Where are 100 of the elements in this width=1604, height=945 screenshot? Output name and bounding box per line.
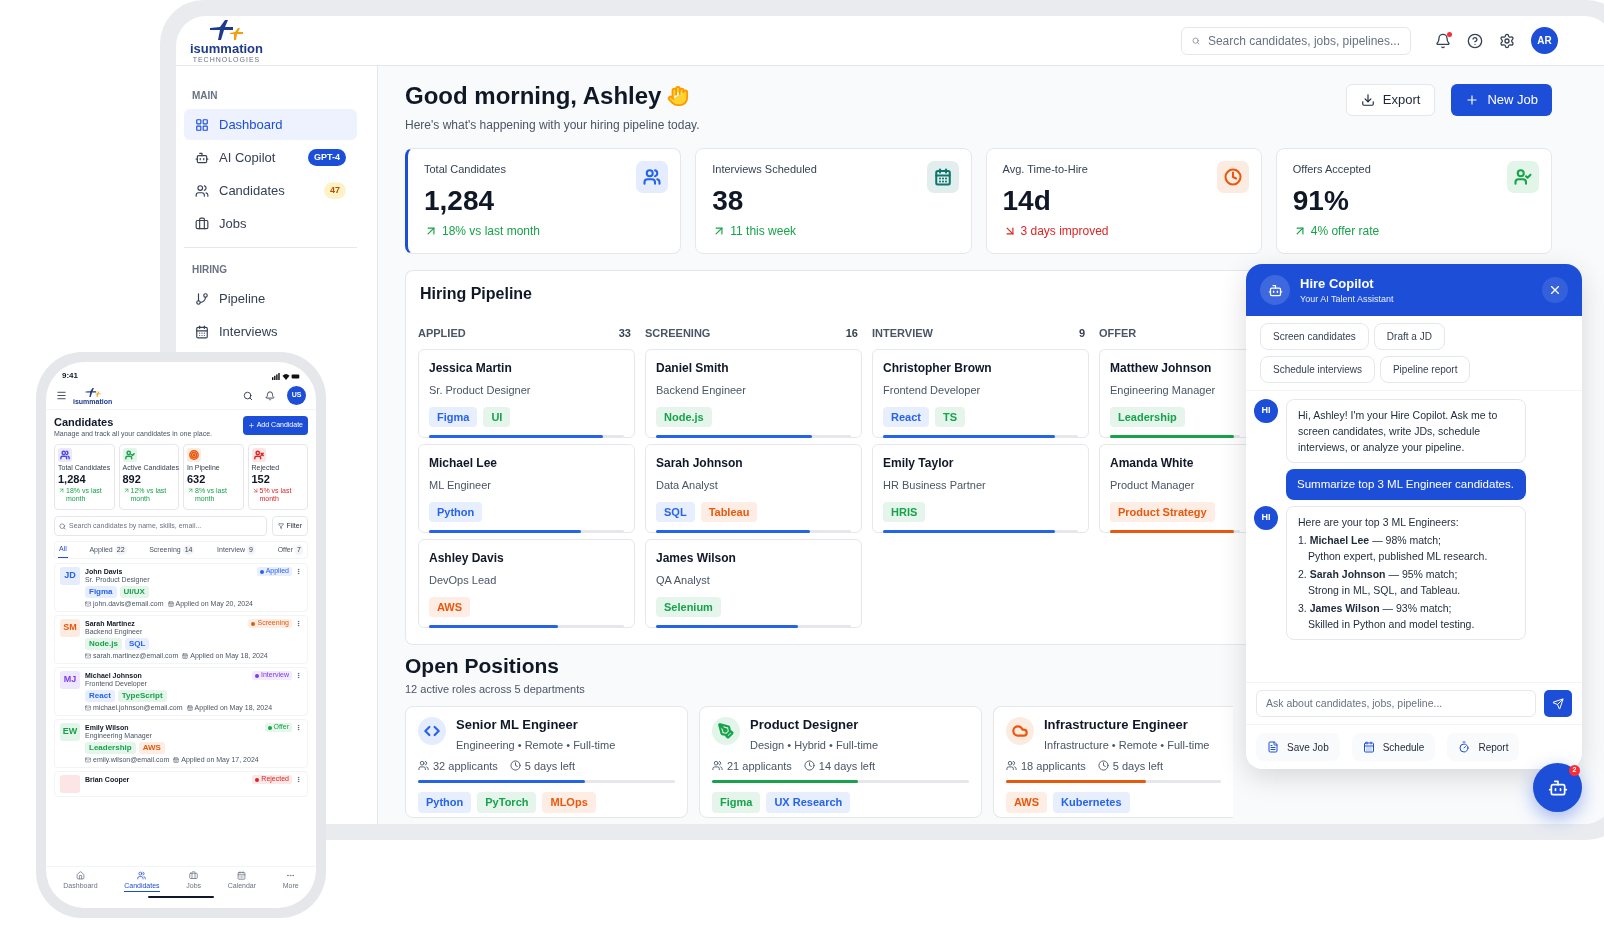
skill-tag: AWS xyxy=(138,742,165,754)
users-icon xyxy=(1006,760,1017,772)
job-card[interactable]: Product Designer Design • Hybrid • Full-time 21 applicants 14 days left Figma UX Research xyxy=(699,705,982,818)
branch-icon xyxy=(195,291,209,306)
count-badge: 47 xyxy=(324,181,346,200)
column-count: 33 xyxy=(618,325,631,341)
mail-icon xyxy=(85,757,91,763)
stat-label: Interviews Scheduled xyxy=(712,162,817,177)
export-button[interactable]: Export xyxy=(1345,84,1436,116)
user-avatar[interactable]: AR xyxy=(1531,27,1558,54)
calendar-icon xyxy=(173,757,180,763)
users-icon xyxy=(712,760,723,772)
skill-tag: Tableau xyxy=(700,501,758,522)
sidebar-item[interactable]: Jobs xyxy=(184,208,357,239)
job-meta: Infrastructure • Remote • Full-time xyxy=(1044,738,1210,753)
menu-icon[interactable] xyxy=(56,390,67,401)
quick-action-button[interactable]: Report xyxy=(1447,733,1520,761)
skill-tag: PyTorch xyxy=(477,792,537,813)
initials-avatar: EW xyxy=(60,723,80,741)
help-icon[interactable] xyxy=(1467,32,1483,49)
robot-icon xyxy=(1267,282,1283,298)
trend-text: 18% vs last month xyxy=(442,222,541,240)
candidate-name: Matthew Johnson xyxy=(1110,360,1212,377)
initials-avatar: SM xyxy=(60,619,80,637)
sidebar-item[interactable]: AI Copilot GPT-4 xyxy=(184,142,357,173)
clock-icon xyxy=(1097,760,1109,772)
calendar-icon xyxy=(1362,741,1375,753)
candidate-card[interactable]: Christopher Brown Frontend Developer React TS xyxy=(872,349,1089,438)
candidate-name: Michael Lee xyxy=(429,455,498,472)
candidate-name: Christopher Brown xyxy=(883,360,992,377)
search-field[interactable]: Search candidates, jobs, pipelines... xyxy=(1181,26,1411,55)
quick-action-button[interactable]: Save Job xyxy=(1256,733,1340,761)
skill-tag: AWS xyxy=(429,596,471,617)
candidate-card[interactable]: Ashley Davis DevOps Lead AWS xyxy=(418,539,635,628)
job-card[interactable]: Senior ML Engineer Engineering • Remote • Full-time 32 applicants 5 days left Python PyTorch MLOps xyxy=(405,705,688,818)
sidebar-item[interactable]: Candidates 47 xyxy=(184,175,357,206)
clock-icon xyxy=(803,760,815,772)
candidate-card[interactable]: Emily Taylor HR Business Partner HRIS xyxy=(872,444,1089,533)
briefcase-icon xyxy=(195,216,209,231)
users-icon xyxy=(137,870,147,880)
settings-icon[interactable] xyxy=(1499,32,1515,49)
candidate-name: James Wilson xyxy=(656,550,736,567)
grid-icon xyxy=(195,117,209,132)
filter-icon xyxy=(278,523,285,529)
trend-text: 4% offer rate xyxy=(1310,222,1380,240)
stat-value: 152 xyxy=(251,473,271,486)
skill-tag: SQL xyxy=(124,638,150,650)
status-icons xyxy=(272,372,300,380)
page-title: Candidates xyxy=(54,416,115,429)
calendar-icon xyxy=(167,601,174,607)
candidate-card[interactable]: Daniel Smith Backend Engineer Node.js xyxy=(645,349,862,438)
bell-icon[interactable] xyxy=(265,390,275,401)
deadline-text: 5 days left xyxy=(1112,758,1163,774)
stat-label: Offers Accepted xyxy=(1292,162,1372,177)
users-icon xyxy=(195,183,209,198)
skill-tag: Kubernetes xyxy=(1053,792,1130,813)
calendar-icon xyxy=(195,324,209,339)
send-button[interactable] xyxy=(1544,690,1572,717)
stat-value: 91% xyxy=(1292,183,1350,218)
stat-value: 14d xyxy=(1002,183,1052,218)
skill-tag: UI xyxy=(483,406,511,427)
suggestion-chip[interactable]: Pipeline report xyxy=(1379,356,1471,383)
stat-label: Avg. Time-to-Hire xyxy=(1002,162,1089,177)
candidate-name: Daniel Smith xyxy=(656,360,729,377)
search-icon[interactable] xyxy=(243,390,253,401)
candidate-card[interactable]: Michael Lee ML Engineer Python xyxy=(418,444,635,533)
download-icon xyxy=(1360,93,1375,107)
notification-button[interactable] xyxy=(1435,32,1451,49)
skill-tag: SQL xyxy=(656,501,695,522)
stat-value: 38 xyxy=(712,183,745,218)
quick-action-button[interactable]: Schedule xyxy=(1351,733,1436,761)
sidebar-item[interactable]: Interviews xyxy=(184,316,369,347)
job-title: Product Designer xyxy=(750,715,860,734)
candidate-role: Product Manager xyxy=(1110,478,1195,493)
stat-value: 1,284 xyxy=(424,183,496,218)
candidate-card[interactable]: James Wilson QA Analyst Selenium xyxy=(645,539,862,628)
status-time: 9:41 xyxy=(62,370,78,382)
suggestion-chip[interactable]: Schedule interviews xyxy=(1260,356,1375,383)
suggestion-chip[interactable]: Screen candidates xyxy=(1260,323,1369,350)
home-indicator xyxy=(148,896,214,898)
sidebar-item[interactable]: Pipeline xyxy=(184,283,369,314)
match-note: Python expert, published ML research. xyxy=(1307,549,1488,564)
suggestion-chip[interactable]: Draft a JD xyxy=(1373,323,1445,350)
chat-input[interactable]: Ask about candidates, jobs, pipeline... xyxy=(1256,690,1536,717)
mail-icon xyxy=(85,601,91,607)
skill-tag: React xyxy=(85,690,115,702)
new-job-button[interactable]: New Job xyxy=(1451,84,1552,116)
home-icon xyxy=(75,870,85,880)
section-heading: MAIN xyxy=(191,89,219,103)
section-heading: HIRING xyxy=(191,263,228,277)
skill-tag: Figma xyxy=(85,586,117,598)
close-button[interactable] xyxy=(1542,277,1568,303)
sidebar-item[interactable]: Dashboard xyxy=(184,109,357,140)
candidate-card[interactable]: Jessica Martin Sr. Product Designer Figma UI xyxy=(418,349,635,438)
candidate-card[interactable]: Sarah Johnson Data Analyst SQL Tableau xyxy=(645,444,862,533)
user-message: Summarize top 3 ML Engineer candidates. xyxy=(1286,469,1526,500)
candidate-role: QA Analyst xyxy=(656,573,710,588)
document-icon xyxy=(1267,741,1279,753)
job-card[interactable]: Infrastructure Engineer Infrastructure • Remote • Full-time 18 applicants 5 days left AWS Kubernetes xyxy=(993,705,1233,818)
initials-avatar: JD xyxy=(60,567,80,585)
